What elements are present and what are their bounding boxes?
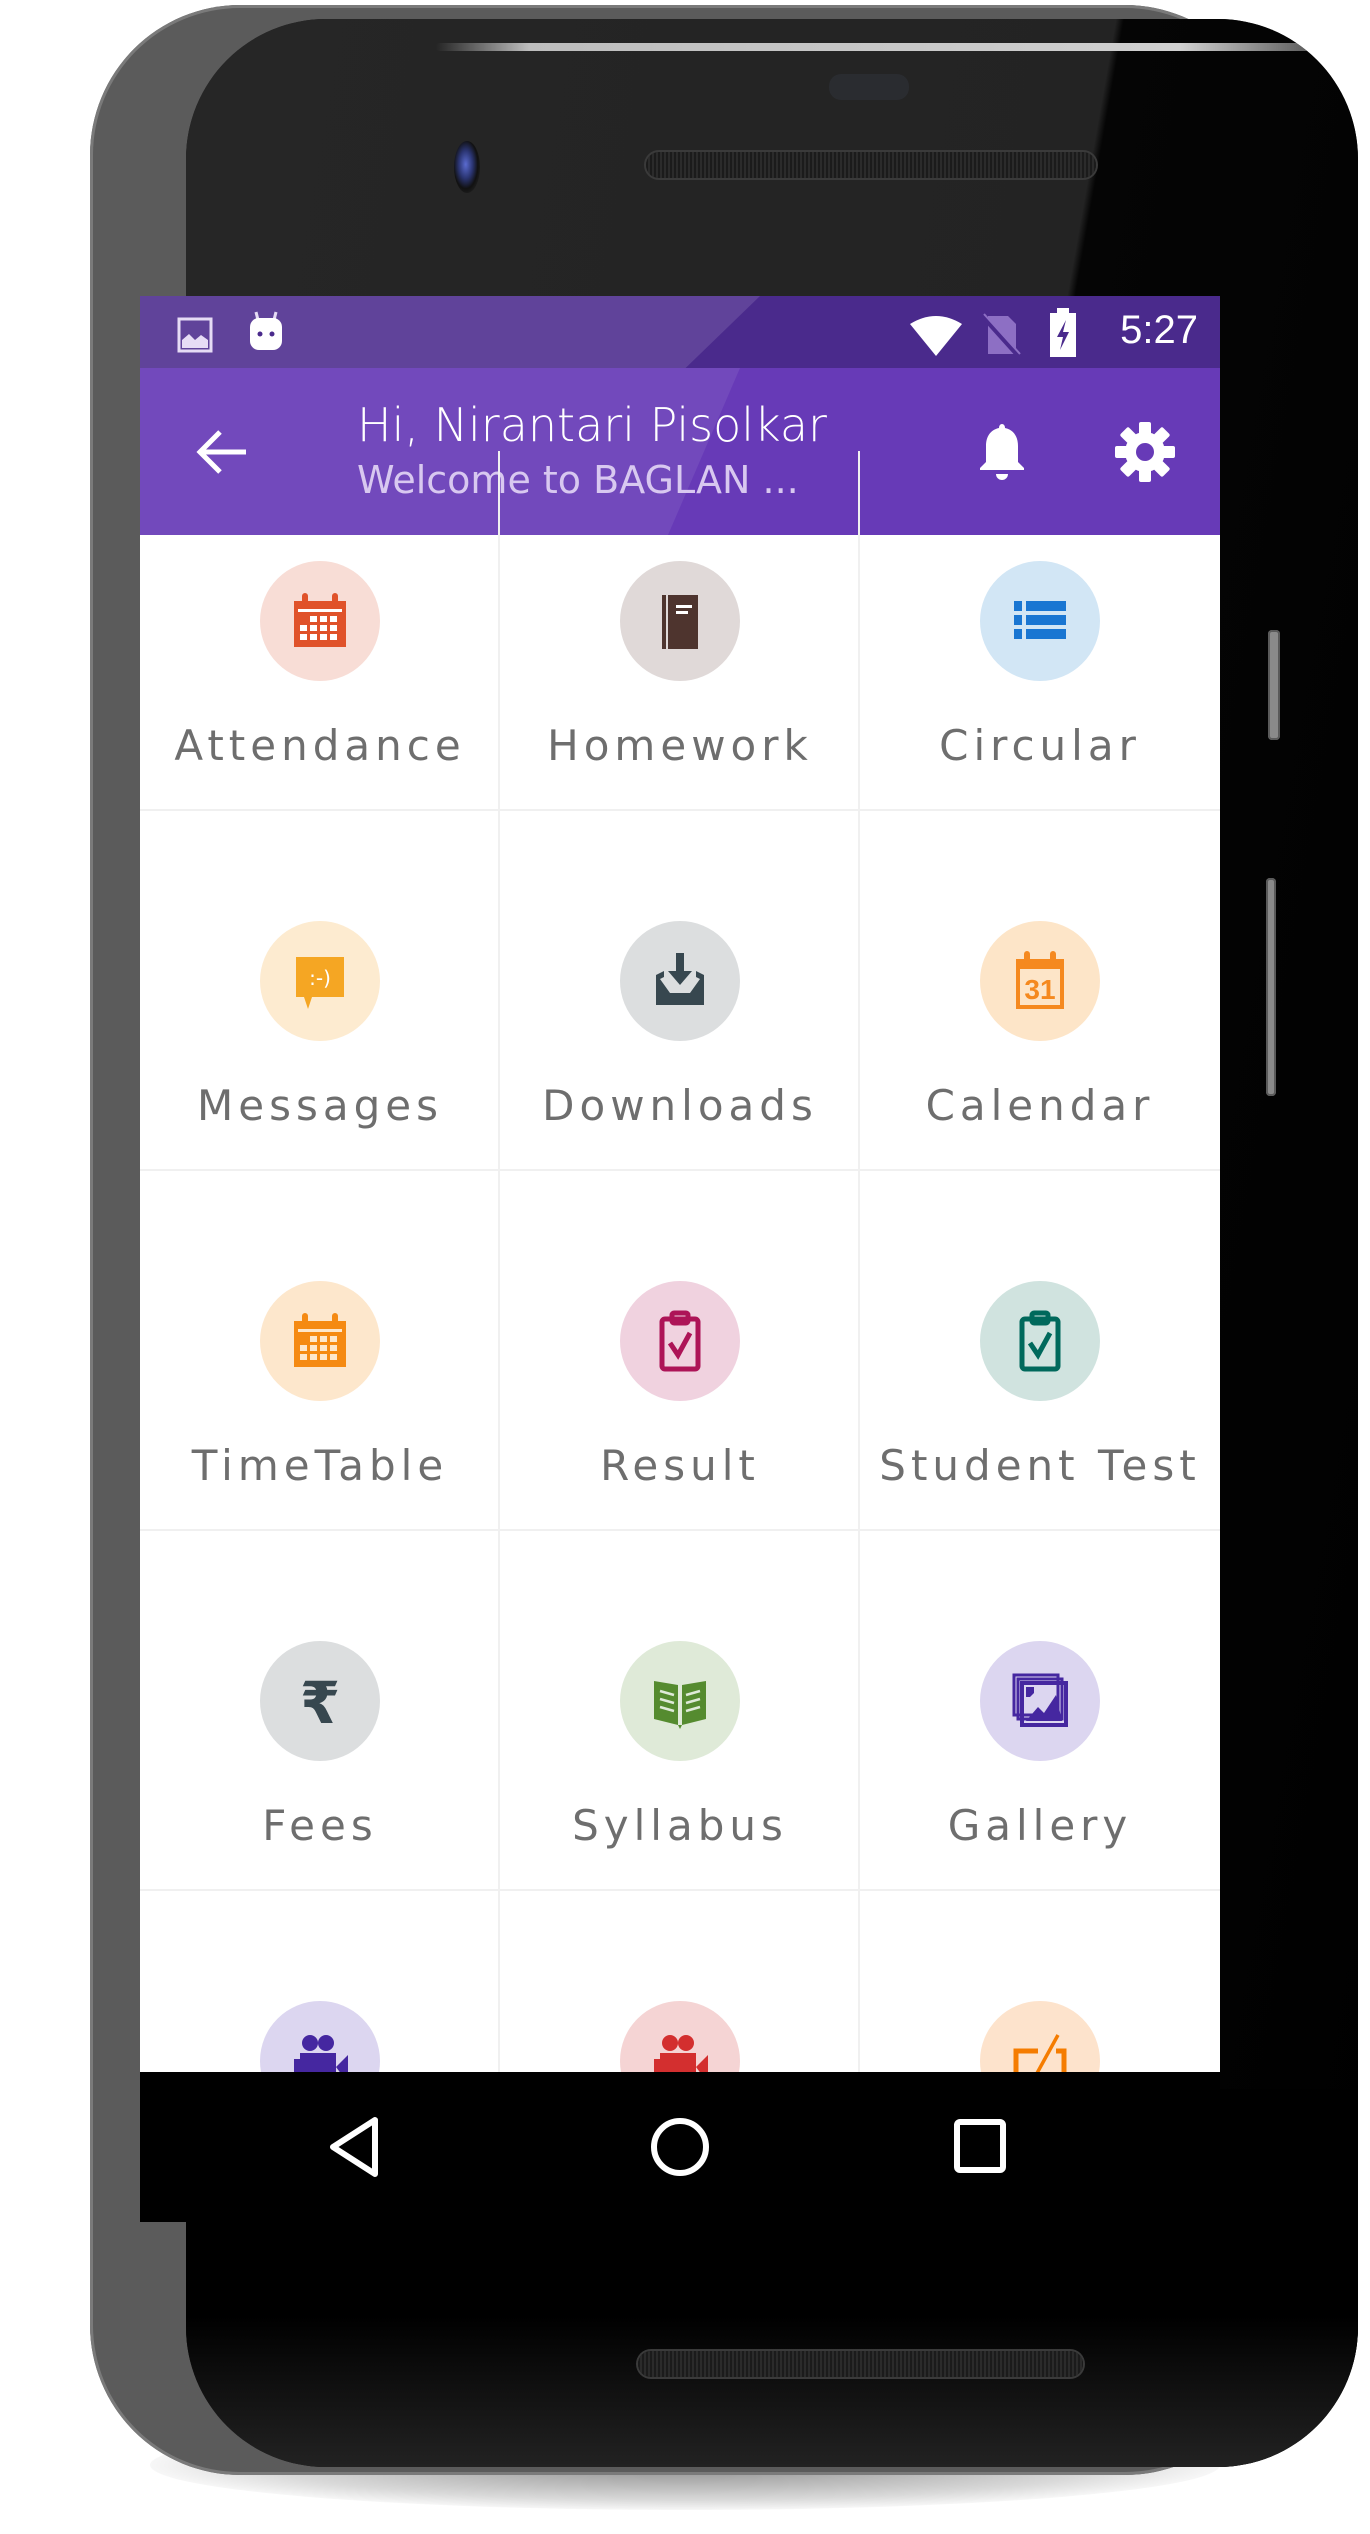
menu-item-attendance[interactable]: Attendance — [140, 451, 500, 811]
menu-item-video-1[interactable] — [140, 1891, 500, 2072]
icon-circle — [620, 1281, 740, 1401]
power-button[interactable] — [1268, 630, 1280, 740]
list-icon — [1014, 601, 1066, 639]
menu-item-label: Homework — [547, 721, 813, 770]
svg-text:₹: ₹ — [300, 1669, 340, 1733]
icon-circle — [620, 921, 740, 1041]
back-triangle-icon — [330, 2117, 378, 2177]
menu-item-label: Messages — [197, 1081, 443, 1130]
menu-item-label: Fees — [262, 1801, 378, 1850]
android-icon — [250, 311, 282, 350]
rupee-icon: ₹ — [300, 1669, 340, 1733]
icon-circle — [620, 2001, 740, 2072]
menu-item-downloads[interactable]: Downloads — [500, 811, 860, 1171]
wifi-icon — [910, 316, 962, 356]
menu-item-label: Attendance — [174, 721, 466, 770]
inbox-download-icon — [656, 953, 704, 1005]
icon-circle: ₹ — [260, 1641, 380, 1761]
open-book-icon — [654, 1681, 706, 1729]
menu-item-fees[interactable]: ₹ Fees — [140, 1531, 500, 1891]
status-bar: 5:27 — [140, 296, 1220, 368]
phone-screen: 5:27 Hi, Nirantari Pisolkar Welcome to B… — [140, 296, 1220, 2072]
edit-pad-icon — [1013, 2034, 1067, 2072]
menu-item-messages[interactable]: :-) Messages — [140, 811, 500, 1171]
book-icon — [662, 595, 698, 649]
icon-circle — [260, 2001, 380, 2072]
icon-circle — [620, 1641, 740, 1761]
icon-circle — [620, 561, 740, 681]
home-circle-icon — [651, 2118, 709, 2176]
menu-item-notes[interactable] — [860, 1891, 1220, 2072]
menu-item-label: Calendar — [925, 1081, 1155, 1130]
menu-item-timetable[interactable]: TimeTable — [140, 1171, 500, 1531]
menu-item-circular[interactable]: Circular — [860, 451, 1220, 811]
calendar-grid-icon — [294, 593, 346, 647]
status-glare — [140, 296, 760, 368]
icon-circle — [260, 561, 380, 681]
video-camera-icon — [654, 2035, 708, 2072]
timetable-icon — [294, 1313, 346, 1367]
nav-recents-button[interactable] — [940, 2112, 1020, 2182]
volume-rocker[interactable] — [1266, 878, 1276, 1096]
clipboard-check-icon — [659, 1310, 701, 1372]
icon-circle — [980, 561, 1100, 681]
menu-item-label: Student Test — [879, 1441, 1201, 1490]
menu-item-label: Result — [600, 1441, 760, 1490]
calendar-31-icon: 31 — [1016, 951, 1064, 1009]
chat-smiley-icon: :-) — [296, 957, 344, 1009]
system-nav-bar — [140, 2072, 1220, 2222]
menu-item-result[interactable]: Result — [500, 1171, 860, 1531]
bezel-glare — [436, 43, 1358, 51]
greeting-title: Hi, Nirantari Pisolkar — [357, 398, 827, 452]
menu-item-label: Circular — [939, 721, 1141, 770]
menu-item-label: Syllabus — [572, 1801, 788, 1850]
nav-back-button[interactable] — [315, 2112, 395, 2182]
video-camera-icon — [294, 2035, 348, 2072]
menu-item-homework[interactable]: Homework — [500, 451, 860, 811]
icon-circle — [980, 1281, 1100, 1401]
icon-circle: :-) — [260, 921, 380, 1041]
icon-circle: 31 — [980, 921, 1100, 1041]
front-camera — [454, 141, 480, 193]
proximity-sensor — [829, 74, 909, 100]
clipboard-check-icon — [1019, 1310, 1061, 1372]
menu-item-label: TimeTable — [191, 1441, 449, 1490]
menu-item-gallery[interactable]: Gallery — [860, 1531, 1220, 1891]
nav-home-button[interactable] — [640, 2112, 720, 2182]
photo-stack-icon — [1012, 1673, 1068, 1727]
status-time: 5:27 — [1120, 308, 1198, 352]
image-icon — [177, 317, 213, 353]
no-sim-icon — [980, 313, 1021, 358]
menu-item-syllabus[interactable]: Syllabus — [500, 1531, 860, 1891]
menu-item-label: Gallery — [947, 1801, 1133, 1850]
svg-text::-): :-) — [309, 966, 331, 990]
svg-text:31: 31 — [1024, 974, 1055, 1005]
menu-item-student-test[interactable]: Student Test — [860, 1171, 1220, 1531]
menu-item-calendar[interactable]: 31 Calendar — [860, 811, 1220, 1171]
menu-item-video-2[interactable] — [500, 1891, 860, 2072]
battery-charging-icon — [1050, 308, 1076, 357]
earpiece-speaker — [646, 152, 1096, 178]
recents-square-icon — [954, 2119, 1006, 2173]
icon-circle — [980, 1641, 1100, 1761]
icon-circle — [260, 1281, 380, 1401]
icon-circle — [980, 2001, 1100, 2072]
bottom-speaker — [638, 2351, 1083, 2377]
menu-item-label: Downloads — [542, 1081, 818, 1130]
